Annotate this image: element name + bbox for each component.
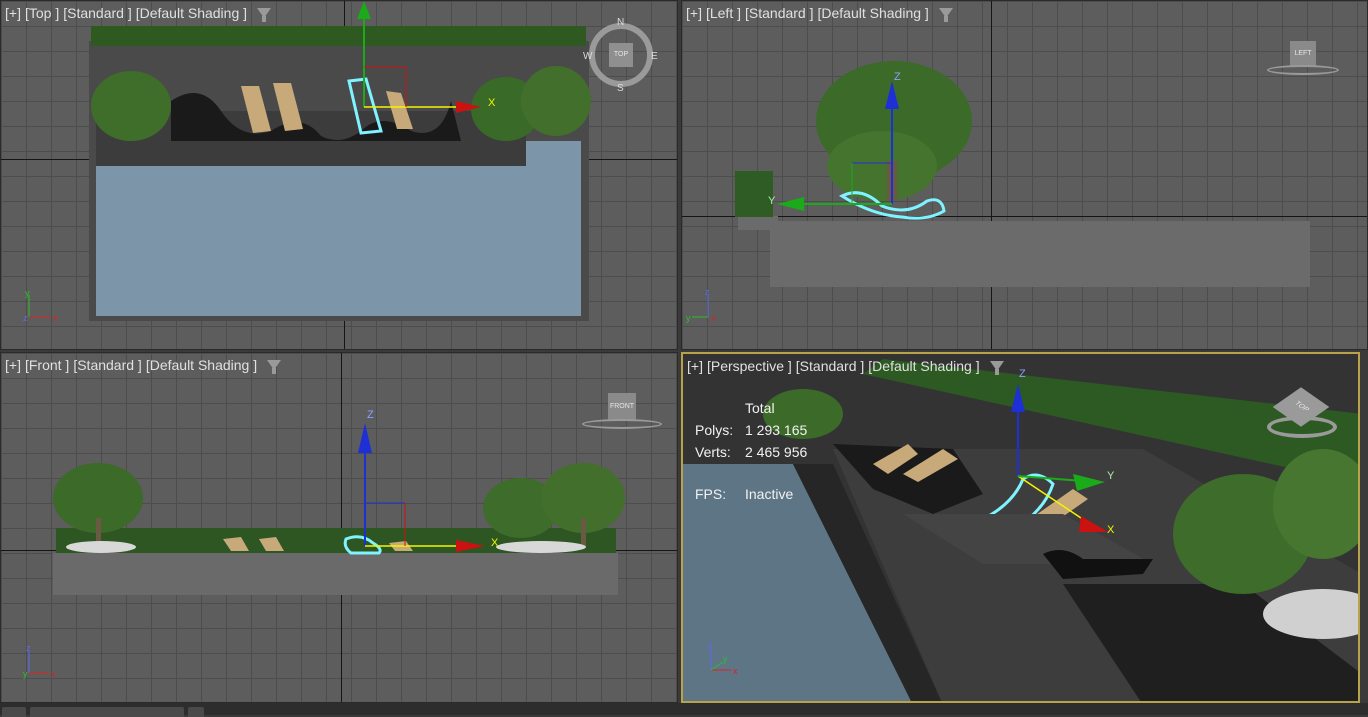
viewcube[interactable]: FRONT bbox=[582, 393, 662, 429]
viewcube-ring[interactable] bbox=[1267, 416, 1337, 438]
viewport-shading-menu[interactable]: [Default Shading ] bbox=[146, 357, 257, 373]
viewport-plus-menu[interactable]: [+] bbox=[686, 5, 702, 21]
viewport-view-menu[interactable]: [Top ] bbox=[25, 5, 59, 21]
compass-south: S bbox=[617, 83, 624, 94]
viewport-plus-menu[interactable]: [+] bbox=[5, 5, 21, 21]
viewport-mode-menu[interactable]: [Standard ] bbox=[796, 358, 865, 374]
svg-text:z: z bbox=[26, 643, 31, 653]
viewport-mode-menu[interactable]: [Standard ] bbox=[745, 5, 814, 21]
filter-icon[interactable] bbox=[267, 360, 282, 374]
viewport-view-menu[interactable]: [Left ] bbox=[706, 5, 741, 21]
svg-text:z: z bbox=[708, 640, 713, 650]
viewcube-left-face[interactable]: LEFT bbox=[1290, 41, 1316, 67]
svg-text:x: x bbox=[53, 313, 58, 323]
axis-tripod-icon: z y x bbox=[686, 287, 716, 323]
svg-text:y: y bbox=[25, 289, 30, 298]
fps-label: FPS: bbox=[695, 486, 727, 502]
viewcube-compass[interactable]: TOP bbox=[589, 23, 653, 87]
gizmo-x-label: X bbox=[488, 97, 496, 109]
svg-text:y: y bbox=[686, 313, 691, 323]
transform-gizmo-top bbox=[357, 1, 481, 113]
gizmo-z-label: Z bbox=[1019, 368, 1026, 380]
filter-icon[interactable] bbox=[257, 8, 272, 22]
viewcube[interactable]: TOP bbox=[1267, 387, 1337, 438]
viewport-shading-menu[interactable]: [Default Shading ] bbox=[136, 5, 247, 21]
filter-icon[interactable] bbox=[989, 361, 1004, 375]
axis-tripod-icon: z x y bbox=[23, 643, 56, 679]
viewcube-ring[interactable] bbox=[582, 419, 662, 429]
stats-header: Total bbox=[745, 400, 775, 416]
svg-text:x: x bbox=[51, 669, 56, 679]
viewport-label-top[interactable]: [+] [Top ] [Standard ] [Default Shading … bbox=[5, 5, 272, 22]
gizmo-x-label: X bbox=[491, 537, 499, 549]
svg-text:y: y bbox=[23, 669, 28, 679]
viewport-left[interactable]: Z Y LEFT [+] [Left ] [Standard ] [Defaul… bbox=[681, 0, 1368, 350]
transform-gizmo-front bbox=[358, 423, 485, 552]
viewport-label-perspective[interactable]: [+] [Perspective ] [Standard ] [Default … bbox=[687, 358, 1004, 375]
viewcube-front-face[interactable]: FRONT bbox=[608, 393, 636, 421]
viewport-plus-menu[interactable]: [+] bbox=[5, 357, 21, 373]
viewport-view-menu[interactable]: [Front ] bbox=[25, 357, 69, 373]
viewport-label-left[interactable]: [+] [Left ] [Standard ] [Default Shading… bbox=[686, 5, 953, 22]
tab-button[interactable] bbox=[2, 707, 26, 717]
viewport-perspective[interactable]: Z Y X TOP [+] [Perspective ] [Standard ]… bbox=[681, 352, 1360, 703]
filter-icon[interactable] bbox=[938, 8, 953, 22]
compass-west: W bbox=[583, 51, 593, 62]
compass-east: E bbox=[651, 51, 658, 62]
bottom-tab-strip bbox=[0, 703, 1368, 717]
viewport-top[interactable]: X TOP N S E W [+] [Top ] [Standard ] [De… bbox=[0, 0, 678, 350]
gizmo-z-label: Z bbox=[894, 71, 901, 83]
svg-text:y: y bbox=[723, 654, 728, 664]
compass-north: N bbox=[617, 17, 625, 28]
viewcube-top-face[interactable]: TOP bbox=[609, 43, 633, 67]
viewcube-ring[interactable] bbox=[1267, 65, 1339, 75]
viewport-mode-menu[interactable]: [Standard ] bbox=[63, 5, 132, 21]
statistics-overlay: Total Polys: 1 293 165 Verts: 2 465 956 … bbox=[695, 400, 807, 502]
verts-label: Verts: bbox=[695, 444, 731, 460]
viewport-shading-menu[interactable]: [Default Shading ] bbox=[868, 358, 979, 374]
viewport-label-front[interactable]: [+] [Front ] [Standard ] [Default Shadin… bbox=[5, 357, 282, 374]
tab-button[interactable] bbox=[188, 707, 204, 717]
gizmo-x-label: X bbox=[1107, 524, 1115, 536]
polys-label: Polys: bbox=[695, 422, 734, 438]
verts-value: 2 465 956 bbox=[745, 444, 808, 460]
axis-tripod-icon: y x z bbox=[23, 289, 58, 323]
viewcube[interactable]: LEFT bbox=[1267, 41, 1339, 75]
viewport-view-menu[interactable]: [Perspective ] bbox=[707, 358, 792, 374]
viewport-front[interactable]: Z X FRONT [+] [Front ] [Standard ] [Defa… bbox=[0, 352, 678, 703]
tab-button[interactable] bbox=[30, 707, 184, 717]
svg-text:z: z bbox=[23, 313, 28, 323]
viewport-plus-menu[interactable]: [+] bbox=[687, 358, 703, 374]
fps-value: Inactive bbox=[745, 486, 794, 502]
svg-text:x: x bbox=[733, 666, 738, 676]
viewport-mode-menu[interactable]: [Standard ] bbox=[73, 357, 142, 373]
svg-text:x: x bbox=[711, 313, 716, 323]
polys-value: 1 293 165 bbox=[745, 422, 808, 438]
gizmo-z-label: Z bbox=[367, 409, 374, 421]
gizmo-y-label: Y bbox=[768, 195, 776, 207]
viewport-shading-menu[interactable]: [Default Shading ] bbox=[818, 5, 929, 21]
transform-gizmo-left bbox=[777, 81, 899, 211]
gizmo-y-label: Y bbox=[1107, 470, 1115, 482]
axis-tripod-icon: z x y bbox=[708, 640, 738, 676]
svg-text:z: z bbox=[705, 287, 710, 297]
